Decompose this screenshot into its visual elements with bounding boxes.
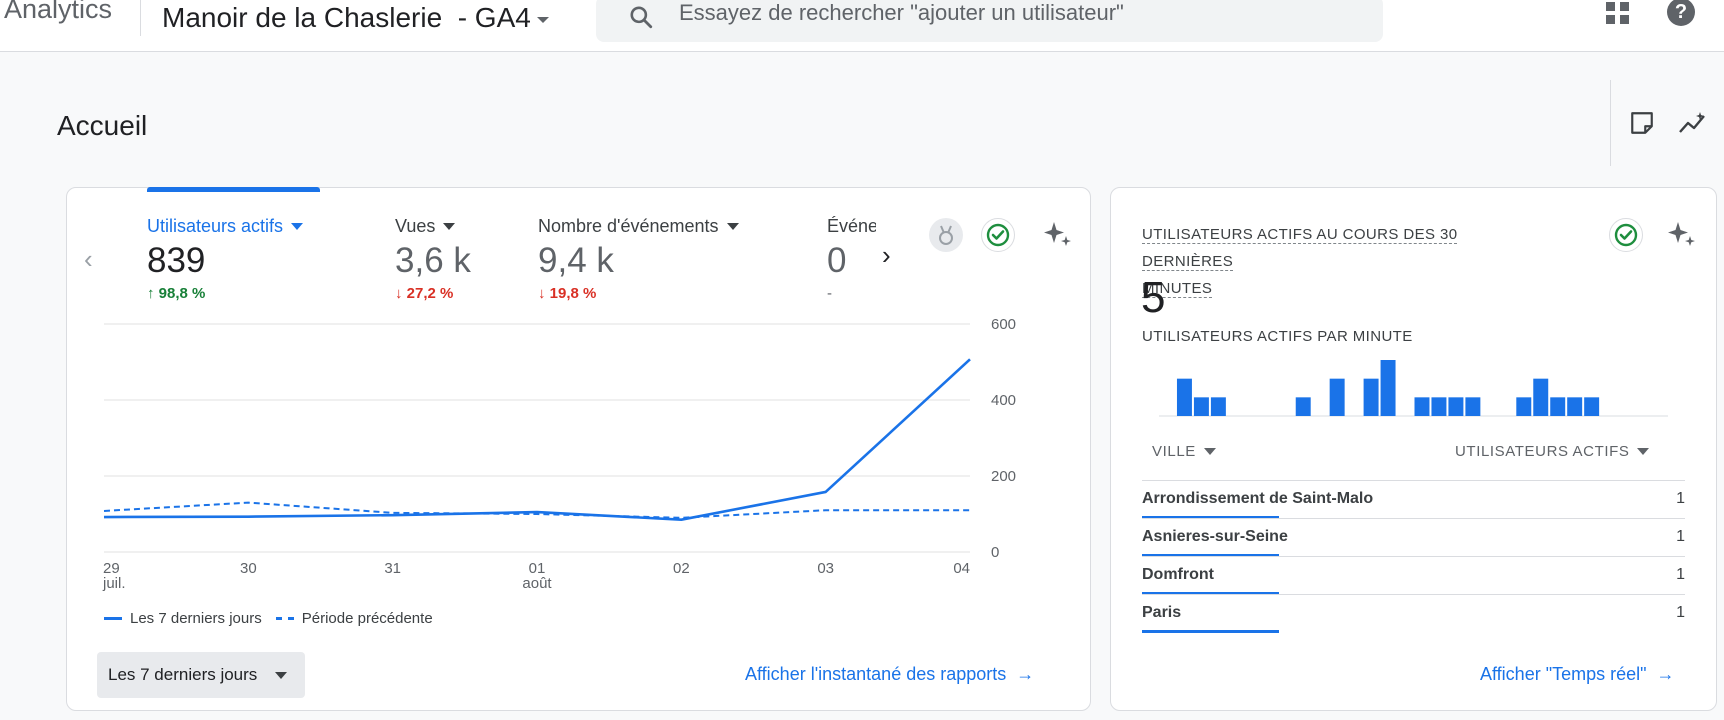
minute-bar[interactable] — [1380, 360, 1396, 416]
realtime-link[interactable]: Afficher "Temps réel" → — [1480, 664, 1675, 685]
minute-bar[interactable] — [1448, 397, 1464, 416]
table-row[interactable]: Arrondissement de Saint-Malo 1 — [1142, 480, 1685, 519]
table-row[interactable]: Domfront 1 — [1142, 556, 1685, 595]
minute-bar[interactable] — [1363, 378, 1379, 416]
table-row[interactable]: Asnieres-sur-Seine 1 — [1142, 518, 1685, 557]
city-users: 1 — [1676, 566, 1685, 583]
minute-bar[interactable] — [1567, 397, 1583, 416]
minute-bar[interactable] — [1516, 397, 1532, 416]
minute-bar[interactable] — [1533, 378, 1549, 416]
city-users: 1 — [1676, 490, 1685, 507]
city-name: Domfront — [1142, 566, 1214, 583]
city-name: Paris — [1142, 604, 1182, 621]
minute-bar[interactable] — [1550, 397, 1566, 416]
minute-bar[interactable] — [1465, 397, 1481, 416]
minute-bar[interactable] — [1329, 378, 1345, 416]
realtime-link-label: Afficher "Temps réel" — [1480, 664, 1647, 684]
minute-bar[interactable] — [1431, 397, 1447, 416]
city-name: Asnieres-sur-Seine — [1142, 528, 1288, 545]
arrow-right-icon: → — [1656, 664, 1675, 684]
city-users: 1 — [1676, 528, 1685, 545]
caret-down-icon — [1203, 448, 1216, 455]
column-header-city[interactable]: VILLE — [1152, 443, 1216, 460]
city-name: Arrondissement de Saint-Malo — [1142, 490, 1374, 507]
minute-bar[interactable] — [1414, 397, 1430, 416]
minute-bar[interactable] — [1176, 378, 1192, 416]
city-users: 1 — [1676, 604, 1685, 621]
row-share-bar — [1142, 630, 1279, 633]
minute-bar[interactable] — [1210, 397, 1226, 416]
table-row[interactable]: Paris 1 — [1142, 594, 1685, 633]
minute-bar[interactable] — [1584, 397, 1600, 416]
caret-down-icon — [1637, 448, 1650, 455]
minute-bar[interactable] — [1193, 397, 1209, 416]
column-header-active-users[interactable]: UTILISATEURS ACTIFS — [1455, 443, 1650, 460]
minute-bar[interactable] — [1295, 397, 1311, 416]
